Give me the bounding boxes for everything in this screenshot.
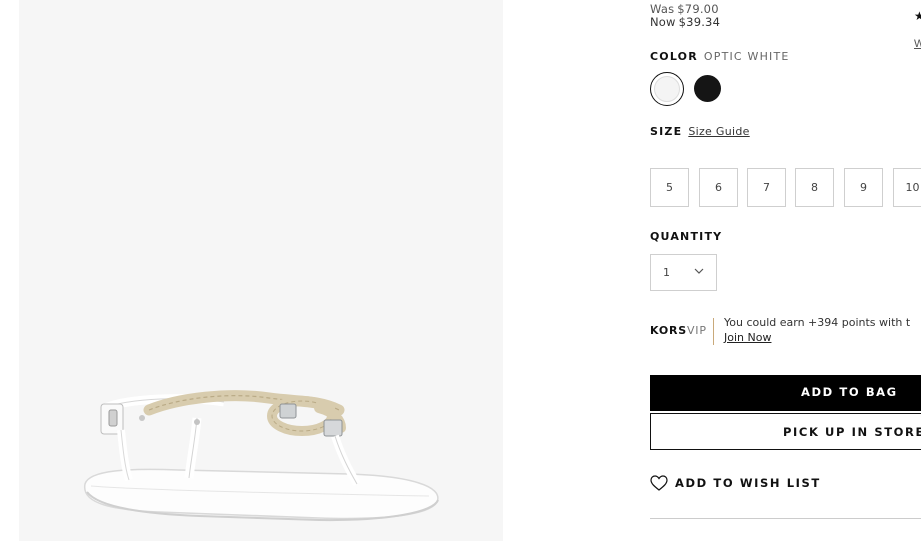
chevron-down-icon <box>694 268 704 274</box>
size-option-9[interactable]: 9 <box>844 168 883 207</box>
size-option-10[interactable]: 10 <box>893 168 921 207</box>
add-to-wish-list-label: ADD TO WISH LIST <box>675 476 821 490</box>
now-price-value: $39.34 <box>678 15 721 29</box>
size-selection-label: SIZE Size Guide <box>650 125 750 138</box>
product-image-panel[interactable] <box>19 0 503 541</box>
vip-join-now-link[interactable]: Join Now <box>724 331 771 344</box>
color-selection-label: COLOR OPTIC WHITE <box>650 50 790 63</box>
kors-vip-logo: KORSVIP <box>650 324 707 337</box>
swatch-black[interactable] <box>694 75 721 102</box>
heart-icon <box>650 475 668 491</box>
was-price-label: Was <box>650 2 675 16</box>
swatch-optic-white[interactable] <box>650 72 684 106</box>
size-option-8[interactable]: 8 <box>795 168 834 207</box>
pick-up-in-store-button[interactable]: PICK UP IN STORE <box>650 413 921 450</box>
size-guide-link[interactable]: Size Guide <box>688 125 749 138</box>
now-price-label: Now <box>650 15 676 29</box>
reviews-link[interactable]: W <box>914 38 921 50</box>
quantity-select[interactable]: 1 <box>650 254 717 291</box>
kors-vip-logo-bold: KORS <box>650 324 687 337</box>
product-image-sandal <box>84 390 439 522</box>
add-to-bag-button[interactable]: ADD TO BAG <box>650 375 921 411</box>
size-label: SIZE <box>650 125 683 138</box>
swatch-black-fill <box>694 75 721 102</box>
now-price: Now $39.34 <box>650 15 720 29</box>
swatch-optic-white-fill <box>654 76 680 102</box>
add-to-bag-label: ADD TO BAG <box>801 385 898 399</box>
was-price: Was $79.00 <box>650 2 719 16</box>
kors-vip-logo-light: VIP <box>686 324 707 337</box>
product-details-panel: Was $79.00 Now $39.34 ★ W COLOR OPTIC WHITE… <box>650 0 921 541</box>
vip-points-message: You could earn +394 points with t <box>724 316 911 329</box>
size-option-7[interactable]: 7 <box>747 168 786 207</box>
quantity-label: QUANTITY <box>650 230 723 243</box>
color-selected-value: OPTIC WHITE <box>703 50 790 63</box>
size-option-5[interactable]: 5 <box>650 168 689 207</box>
color-label: COLOR <box>650 50 698 63</box>
was-price-value: $79.00 <box>677 2 719 16</box>
section-divider <box>650 518 921 519</box>
size-option-6[interactable]: 6 <box>699 168 738 207</box>
pick-up-in-store-label: PICK UP IN STORE <box>783 425 921 439</box>
quantity-value: 1 <box>663 266 670 279</box>
star-icon: ★ <box>914 9 921 23</box>
vip-divider <box>713 318 714 345</box>
